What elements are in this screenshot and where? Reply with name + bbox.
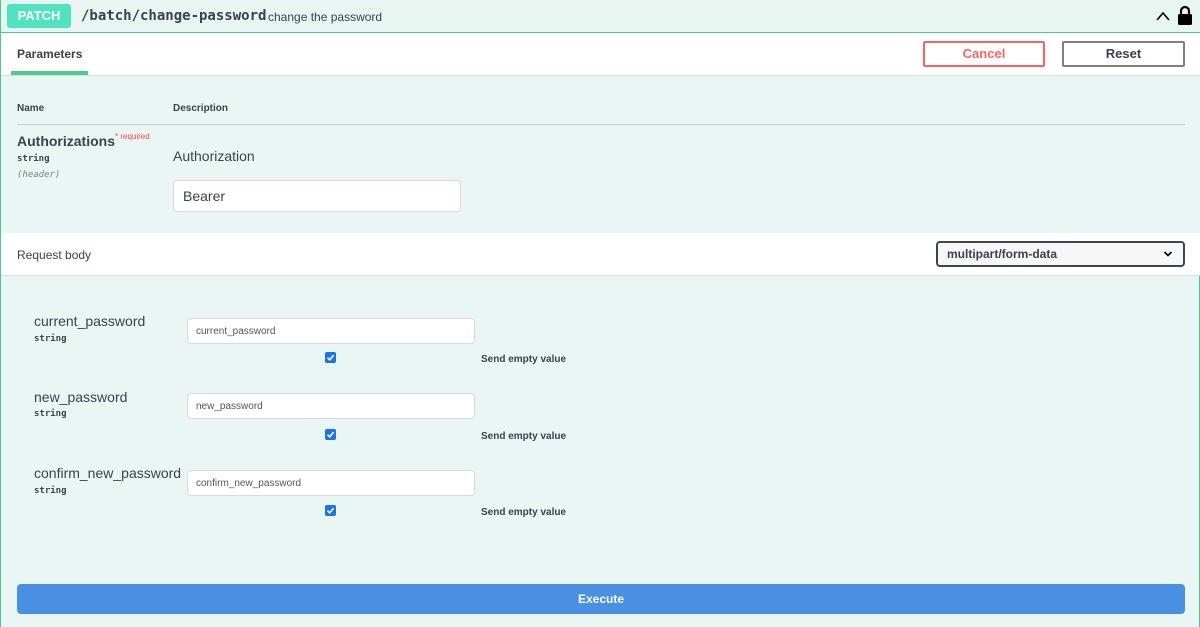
- request-body-header: Request body multipart/form-data: [1, 233, 1200, 276]
- parameter-description: Authorization: [173, 148, 255, 164]
- confirm-new-password-input[interactable]: [187, 470, 475, 496]
- lock-icon[interactable]: [1175, 4, 1195, 26]
- content-type-value: multipart/form-data: [947, 247, 1058, 261]
- parameter-location: (header): [17, 170, 61, 180]
- checkmark-icon: [326, 354, 335, 361]
- field-type-new-password: string: [34, 409, 67, 419]
- reset-button[interactable]: Reset: [1062, 41, 1185, 67]
- authorization-input[interactable]: [173, 180, 461, 212]
- parameters-tab-header: Parameters Cancel Reset: [1, 33, 1200, 76]
- operation-summary[interactable]: PATCH /batch/change-password change the …: [1, 0, 1200, 33]
- active-tab-indicator: [11, 71, 88, 75]
- send-empty-label: Send empty value: [481, 354, 567, 365]
- cancel-button[interactable]: Cancel: [923, 41, 1045, 67]
- field-type-confirm-new-password: string: [34, 486, 67, 496]
- send-empty-label: Send empty value: [481, 431, 567, 442]
- http-method-badge: PATCH: [7, 4, 71, 28]
- parameter-name: Authorizations: [17, 133, 115, 149]
- endpoint-summary: change the password: [268, 10, 383, 24]
- send-empty-label: Send empty value: [481, 507, 567, 518]
- parameters-table: Name Description Authorizations * requir…: [1, 76, 1200, 233]
- header-divider: [17, 124, 1185, 125]
- tab-parameters[interactable]: Parameters: [17, 47, 82, 61]
- operation-block: PATCH /batch/change-password change the …: [0, 0, 1200, 627]
- request-body-title: Request body: [17, 248, 92, 262]
- required-marker: * required: [115, 132, 150, 141]
- column-header-name: Name: [17, 103, 45, 114]
- field-type-current-password: string: [34, 334, 67, 344]
- field-label-current-password: current_password: [34, 313, 146, 329]
- send-empty-checkbox-new-password[interactable]: [325, 429, 336, 440]
- send-empty-checkbox-confirm-new-password[interactable]: [325, 505, 336, 516]
- chevron-down-icon: [1163, 251, 1173, 257]
- execute-button[interactable]: Execute: [17, 584, 1185, 614]
- checkmark-icon: [326, 431, 335, 438]
- current-password-input[interactable]: [187, 318, 475, 344]
- checkmark-icon: [326, 507, 335, 514]
- field-label-new-password: new_password: [34, 389, 128, 405]
- chevron-up-icon[interactable]: [1155, 9, 1171, 23]
- endpoint-path: /batch/change-password: [81, 8, 267, 24]
- send-empty-checkbox-current-password[interactable]: [325, 352, 336, 363]
- content-type-select[interactable]: multipart/form-data: [936, 241, 1185, 267]
- field-label-confirm-new-password: confirm_new_password: [34, 465, 182, 481]
- parameter-type: string: [17, 154, 50, 164]
- column-header-description: Description: [173, 103, 229, 114]
- new-password-input[interactable]: [187, 393, 475, 419]
